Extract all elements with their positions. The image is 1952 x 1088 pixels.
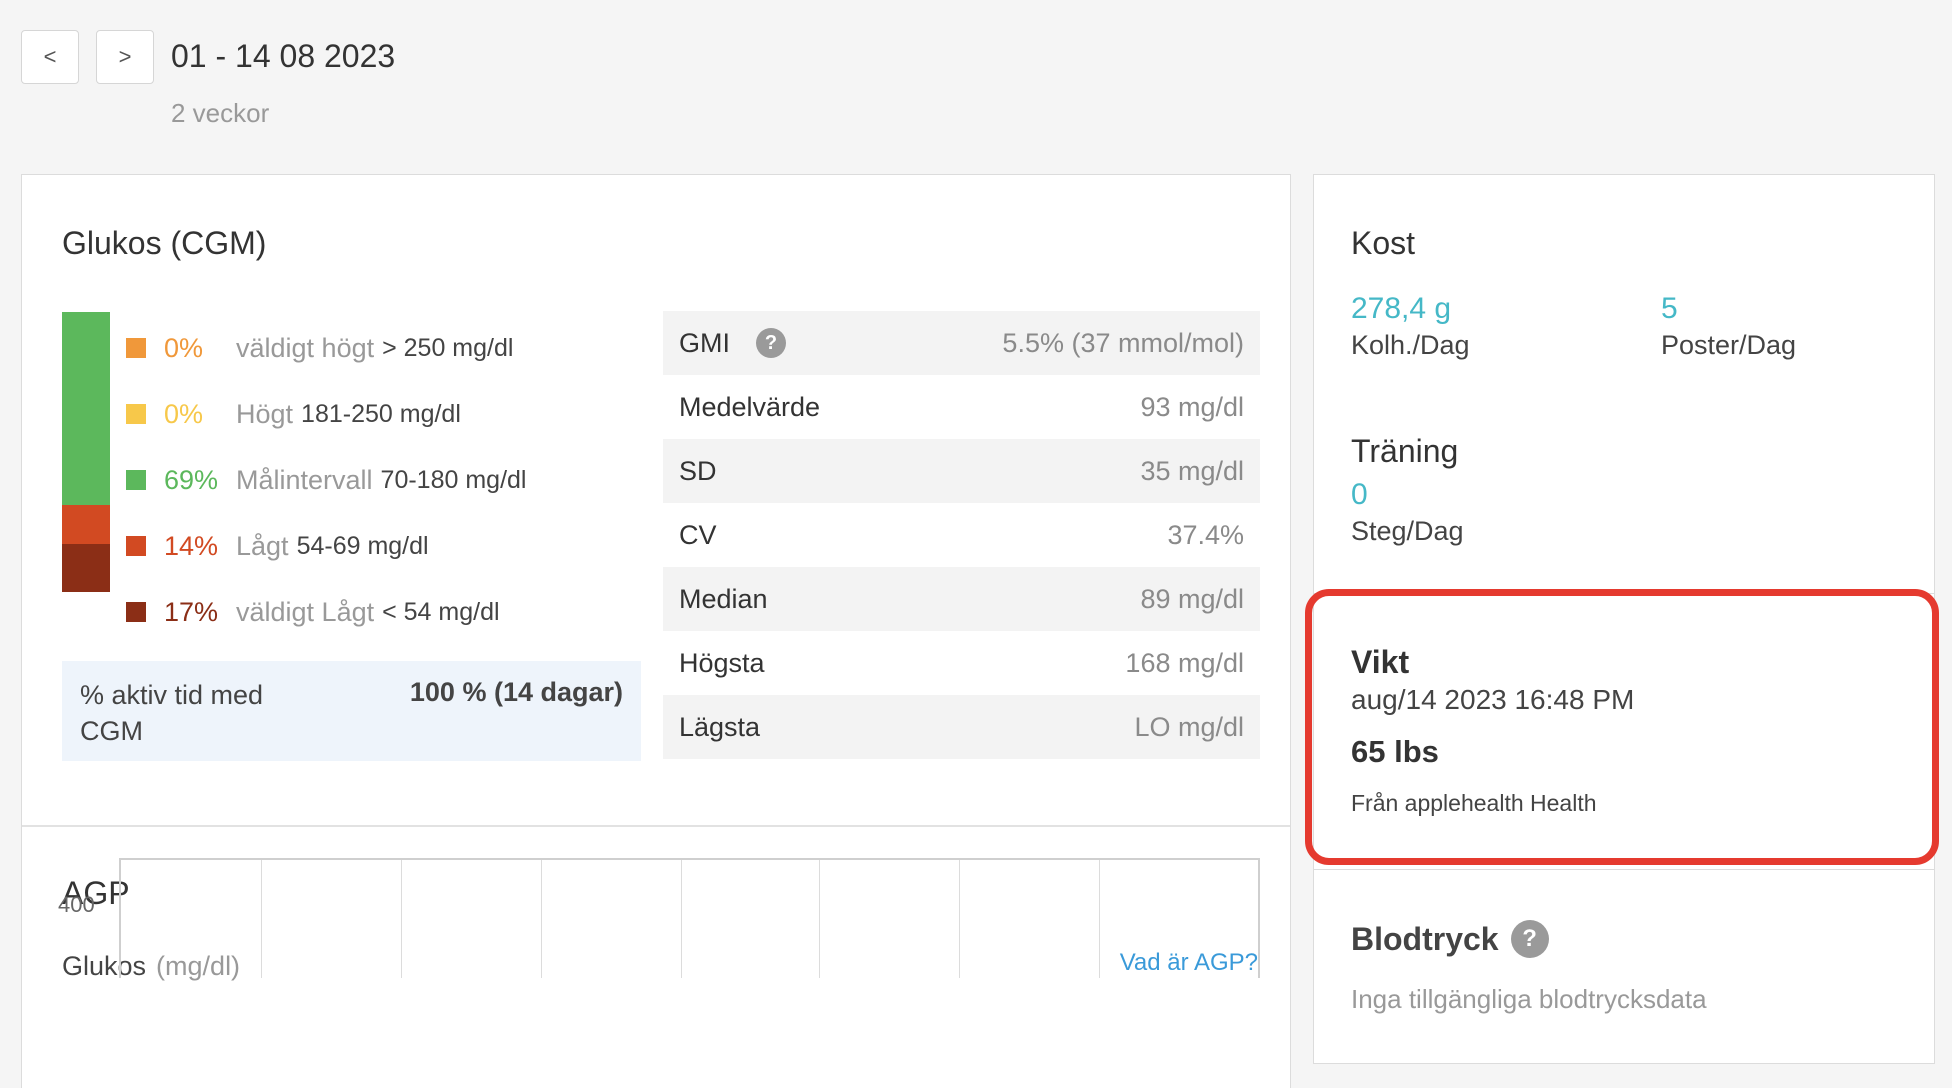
stat-row-median: Median 89 mg/dl xyxy=(663,567,1260,631)
next-period-button[interactable]: > xyxy=(96,30,154,84)
blood-pressure-heading: Blodtryck ? xyxy=(1351,920,1549,958)
stat-value: 89 mg/dl xyxy=(1140,583,1244,614)
stat-value: 93 mg/dl xyxy=(1140,391,1244,422)
range-limits: 70-180 mg/dl xyxy=(380,465,527,494)
range-high: 0% Högt 181-250 mg/dl xyxy=(126,394,461,434)
agp-gridline xyxy=(681,860,682,978)
stat-row-cv: CV 37.4% xyxy=(663,503,1260,567)
stat-row-mean: Medelvärde 93 mg/dl xyxy=(663,375,1260,439)
stat-label-text: GMI xyxy=(679,327,730,358)
stat-value: 5.5% (37 mmol/mol) xyxy=(1002,327,1244,358)
range-percent: 0% xyxy=(164,332,204,363)
diet-card: Kost 278,4 g Kolh./Dag 5 Poster/Dag Trän… xyxy=(1313,174,1935,594)
weight-highlight-frame xyxy=(1305,589,1939,865)
carbs-label: Kolh./Dag xyxy=(1351,330,1470,360)
range-color-swatch xyxy=(126,338,146,358)
stat-value: LO mg/dl xyxy=(1134,711,1244,742)
range-color-swatch xyxy=(126,470,146,490)
steps-value: 0 xyxy=(1351,478,1368,511)
range-name: Målintervall xyxy=(236,464,373,495)
diet-title: Kost xyxy=(1351,225,1416,261)
range-percent: 14% xyxy=(164,530,219,561)
stat-label: Median xyxy=(679,583,768,614)
range-very-low: 17% väldigt Lågt < 54 mg/dl xyxy=(126,592,500,632)
agp-y-tick: 400 xyxy=(58,892,95,917)
agp-gridline xyxy=(819,860,820,978)
tir-segment-low xyxy=(62,505,110,545)
range-name: väldigt högt xyxy=(236,332,375,363)
stat-row-sd: SD 35 mg/dl xyxy=(663,439,1260,503)
agp-chart-grid xyxy=(119,858,1260,978)
stat-row-gmi: GMI ? 5.5% (37 mmol/mol) xyxy=(663,311,1260,375)
entries-value: 5 xyxy=(1661,292,1678,325)
range-percent: 69% xyxy=(164,464,219,495)
training-title: Träning xyxy=(1351,433,1459,469)
stat-label: Medelvärde xyxy=(679,391,821,422)
steps-label: Steg/Dag xyxy=(1351,516,1464,546)
range-target: 69% Målintervall 70-180 mg/dl xyxy=(126,460,526,500)
range-name: väldigt Lågt xyxy=(236,596,375,627)
section-divider xyxy=(22,825,1290,827)
range-name: Högt xyxy=(236,398,294,429)
range-color-swatch xyxy=(126,404,146,424)
range-limits: < 54 mg/dl xyxy=(382,597,500,626)
stat-label: Lägsta xyxy=(679,711,761,742)
range-percent: 0% xyxy=(164,398,204,429)
stat-row-lowest: Lägsta LO mg/dl xyxy=(663,695,1260,759)
cgm-active-label: % aktiv tid med CGM xyxy=(80,680,264,746)
help-icon[interactable]: ? xyxy=(1510,920,1549,958)
period-duration: 2 veckor xyxy=(171,98,270,128)
stat-value: 35 mg/dl xyxy=(1140,455,1244,486)
agp-gridline xyxy=(541,860,542,978)
range-limits: > 250 mg/dl xyxy=(382,333,514,362)
time-in-range-bar xyxy=(62,312,110,592)
tir-segment-very-low xyxy=(62,544,110,592)
agp-gridline xyxy=(959,860,960,978)
stat-value: 37.4% xyxy=(1167,519,1244,550)
agp-gridline xyxy=(401,860,402,978)
agp-gridline xyxy=(1099,860,1100,978)
glucose-title: Glukos (CGM) xyxy=(62,225,267,261)
stat-row-highest: Högsta 168 mg/dl xyxy=(663,631,1260,695)
stat-label: Högsta xyxy=(679,647,765,678)
period-title: 01 - 14 08 2023 xyxy=(171,38,396,74)
range-limits: 181-250 mg/dl xyxy=(301,399,461,428)
entries-label: Poster/Dag xyxy=(1661,330,1797,360)
range-limits: 54-69 mg/dl xyxy=(296,531,429,560)
blood-pressure-title: Blodtryck xyxy=(1351,920,1499,957)
range-color-swatch xyxy=(126,536,146,556)
cgm-active-value: 100 % (14 dagar) xyxy=(409,677,623,707)
range-name: Lågt xyxy=(236,530,289,561)
help-icon[interactable]: ? xyxy=(756,328,786,358)
tir-segment-target xyxy=(62,312,110,506)
stat-label: CV xyxy=(679,519,717,550)
agp-gridline xyxy=(261,860,262,978)
stat-label: SD xyxy=(679,455,717,486)
range-color-swatch xyxy=(126,602,146,622)
stat-label: GMI ? xyxy=(679,328,786,359)
stat-value: 168 mg/dl xyxy=(1125,647,1244,678)
cgm-active-time-box: % aktiv tid med CGM 100 % (14 dagar) xyxy=(62,661,641,761)
range-percent: 17% xyxy=(164,596,219,627)
blood-pressure-card: Blodtryck ? Inga tillgängliga blodtrycks… xyxy=(1313,869,1935,1064)
previous-period-button[interactable]: < xyxy=(21,30,79,84)
glucose-stats-table: GMI ? 5.5% (37 mmol/mol) Medelvärde 93 m… xyxy=(663,311,1260,759)
blood-pressure-empty: Inga tillgängliga blodtrycksdata xyxy=(1351,984,1707,1014)
range-low: 14% Lågt 54-69 mg/dl xyxy=(126,526,429,566)
range-very-high: 0% väldigt högt > 250 mg/dl xyxy=(126,328,513,368)
carbs-value: 278,4 g xyxy=(1351,292,1452,325)
